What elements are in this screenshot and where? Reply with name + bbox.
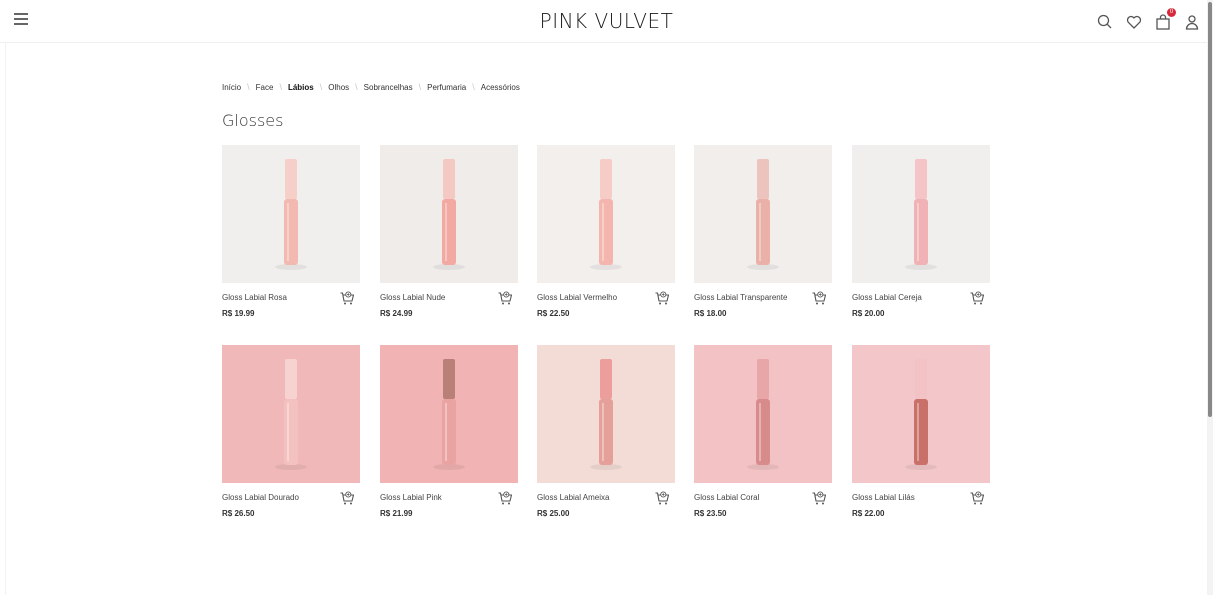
breadcrumb-separator: \ (472, 82, 475, 92)
product-name[interactable]: Gloss Labial Dourado (222, 493, 299, 502)
product-image[interactable] (222, 345, 360, 483)
crumb-acessorios[interactable]: Acessórios (481, 83, 520, 92)
product-card[interactable]: Gloss Labial Coral R$ 23.50 (694, 345, 832, 525)
product-price: R$ 21.99 (380, 509, 413, 518)
cart-count-badge: 0 (1167, 8, 1176, 17)
product-image[interactable] (852, 145, 990, 283)
cart-add-icon[interactable] (654, 290, 670, 306)
scrollbar-thumb[interactable] (1208, 2, 1212, 417)
product-name[interactable]: Gloss Labial Nude (380, 293, 445, 302)
product-card[interactable]: Gloss Labial Lilás R$ 22.00 (852, 345, 990, 525)
product-image[interactable] (694, 145, 832, 283)
page-title: Glosses (222, 111, 284, 130)
product-name[interactable]: Gloss Labial Cereja (852, 293, 922, 302)
scrollbar[interactable] (1207, 0, 1213, 595)
product-card[interactable]: Gloss Labial Dourado R$ 26.50 (222, 345, 360, 525)
heart-icon[interactable] (1125, 13, 1143, 31)
cart-add-icon[interactable] (339, 290, 355, 306)
breadcrumb-separator: \ (418, 82, 422, 92)
brand-name[interactable]: PINK VULVET (540, 9, 674, 33)
product-image[interactable] (852, 345, 990, 483)
product-image[interactable] (380, 145, 518, 283)
crumb-sobrancelhas[interactable]: Sobrancelhas (364, 83, 413, 92)
cart-add-icon[interactable] (969, 290, 985, 306)
breadcrumb-separator: \ (247, 82, 250, 92)
shopping-bag-icon[interactable]: 0 (1154, 8, 1176, 31)
user-icon[interactable] (1183, 13, 1201, 31)
product-price: R$ 22.50 (537, 309, 570, 318)
product-card[interactable]: Gloss Labial Rosa R$ 19.99 (222, 145, 360, 325)
search-icon[interactable] (1096, 13, 1114, 31)
product-name[interactable]: Gloss Labial Transparente (694, 293, 787, 302)
product-card[interactable]: Gloss Labial Cereja R$ 20.00 (852, 145, 990, 325)
header-actions: 0 (1085, 8, 1201, 31)
product-image[interactable] (537, 345, 675, 483)
product-price: R$ 26.50 (222, 509, 255, 518)
breadcrumb-separator: \ (355, 82, 358, 92)
product-name[interactable]: Gloss Labial Lilás (852, 493, 915, 502)
product-card[interactable]: Gloss Labial Transparente R$ 18.00 (694, 145, 832, 325)
product-image[interactable] (222, 145, 360, 283)
top-navbar: PINK VULVET 0 (0, 0, 1213, 43)
breadcrumb-separator: \ (279, 82, 282, 92)
product-price: R$ 22.00 (852, 509, 885, 518)
crumb-face[interactable]: Face (256, 83, 274, 92)
cart-add-icon[interactable] (811, 290, 827, 306)
product-name[interactable]: Gloss Labial Ameixa (537, 493, 609, 502)
cart-add-icon[interactable] (497, 290, 513, 306)
product-price: R$ 25.00 (537, 509, 570, 518)
product-card[interactable]: Gloss Labial Pink R$ 21.99 (380, 345, 518, 525)
cart-add-icon[interactable] (811, 490, 827, 506)
product-card[interactable]: Gloss Labial Vermelho R$ 22.50 (537, 145, 675, 325)
product-price: R$ 20.00 (852, 309, 885, 318)
product-card[interactable]: Gloss Labial Nude R$ 24.99 (380, 145, 518, 325)
cart-add-icon[interactable] (654, 490, 670, 506)
product-image[interactable] (694, 345, 832, 483)
product-name[interactable]: Gloss Labial Coral (694, 493, 759, 502)
product-price: R$ 24.99 (380, 309, 413, 318)
product-name[interactable]: Gloss Labial Vermelho (537, 293, 617, 302)
cart-add-icon[interactable] (339, 490, 355, 506)
crumb-perfumaria[interactable]: Perfumaria (427, 83, 466, 92)
brand-logo: PINK VULVET (0, 9, 1213, 33)
product-price: R$ 23.50 (694, 509, 727, 518)
category-breadcrumb: Início \ Face \ Lábios \ Olhos \ Sobranc… (222, 82, 520, 92)
product-image[interactable] (537, 145, 675, 283)
product-card[interactable]: Gloss Labial Ameixa R$ 25.00 (537, 345, 675, 525)
cart-add-icon[interactable] (497, 490, 513, 506)
crumb-labios[interactable]: Lábios (288, 83, 314, 92)
cart-add-icon[interactable] (969, 490, 985, 506)
left-divider (5, 42, 6, 595)
product-name[interactable]: Gloss Labial Rosa (222, 293, 287, 302)
product-price: R$ 18.00 (694, 309, 727, 318)
breadcrumb-separator: \ (319, 82, 323, 92)
crumb-olhos[interactable]: Olhos (328, 83, 349, 92)
crumb-inicio[interactable]: Início (222, 83, 241, 92)
product-name[interactable]: Gloss Labial Pink (380, 493, 442, 502)
product-image[interactable] (380, 345, 518, 483)
product-price: R$ 19.99 (222, 309, 255, 318)
